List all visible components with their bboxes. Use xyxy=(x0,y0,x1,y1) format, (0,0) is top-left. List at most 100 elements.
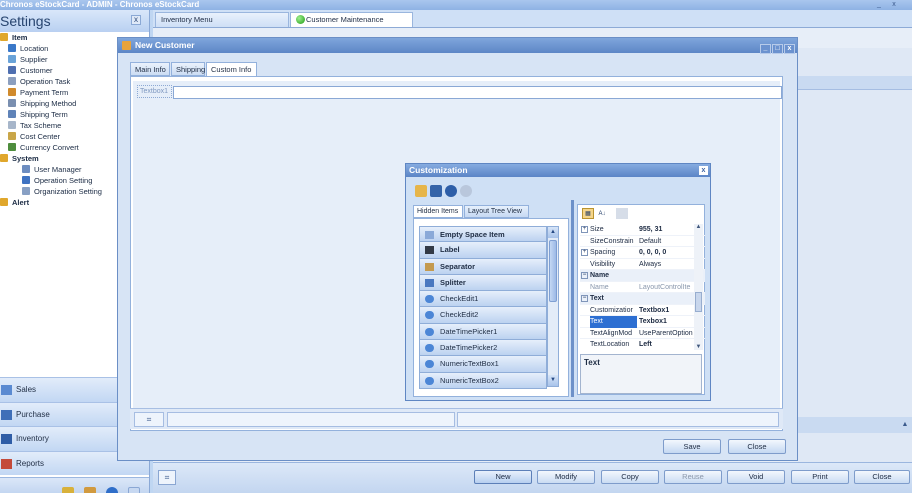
report-icon[interactable] xyxy=(84,487,96,493)
property-pages-icon[interactable] xyxy=(616,208,628,219)
textbox1-input[interactable] xyxy=(173,86,782,99)
expand-icon[interactable]: + xyxy=(581,249,588,256)
hidden-item-label: Separator xyxy=(440,261,476,271)
save-button[interactable]: Save xyxy=(663,439,721,454)
hidden-items-scrollbar[interactable]: ▲ ▼ xyxy=(547,226,559,387)
property-value[interactable]: Default xyxy=(639,236,699,248)
scroll-up-arrow-icon[interactable]: ▲ xyxy=(899,418,911,432)
panel-splitter[interactable] xyxy=(571,200,574,397)
property-value[interactable]: Textbox1 xyxy=(639,305,699,317)
property-value[interactable]: Left xyxy=(639,339,699,350)
hidden-item[interactable]: Empty Space Item xyxy=(419,226,547,243)
scroll-up-icon[interactable]: ▲ xyxy=(548,227,558,238)
close-button[interactable]: Close xyxy=(728,439,786,454)
tab-inventory-menu[interactable]: Inventory Menu xyxy=(155,12,289,27)
tab-customer-maintenance[interactable]: Customer Maintenance xyxy=(290,12,413,27)
hidden-item[interactable]: CheckEdit1 xyxy=(419,291,547,308)
hidden-item[interactable]: Separator xyxy=(419,258,547,275)
settings-header: Settings x xyxy=(0,10,149,32)
property-grid: + Size 955, 31 SizeConstrain Default + Spacing… xyxy=(580,224,705,350)
property-row[interactable]: Text Texbox1 xyxy=(580,316,705,328)
void-button[interactable]: Void xyxy=(727,470,785,484)
tab-layout-tree-view[interactable]: Layout Tree View xyxy=(464,205,529,218)
property-category[interactable]: − Name xyxy=(580,270,705,282)
tab-shipping-label: Shipping xyxy=(176,65,206,74)
expand-icon[interactable]: − xyxy=(581,295,588,302)
categorized-icon[interactable]: ▦ xyxy=(582,208,594,219)
property-row[interactable]: SizeConstrain Default xyxy=(580,236,705,248)
dialog-title-bar[interactable]: New Customer _ □ x xyxy=(118,38,797,54)
property-grid-panel: ▦ A↓ + Size 955, 31 SizeConstrain Default + Sp… xyxy=(577,204,705,395)
close-button[interactable]: Close xyxy=(854,470,910,484)
new-button[interactable]: New xyxy=(474,470,532,484)
property-row[interactable]: Name LayoutControlIte xyxy=(580,282,705,294)
hidden-item[interactable]: CheckEdit2 xyxy=(419,307,547,324)
dialog-maximize-button[interactable]: □ xyxy=(772,44,783,54)
expand-icon[interactable]: + xyxy=(581,226,588,233)
property-value[interactable]: Always xyxy=(639,259,699,271)
property-row[interactable]: Visibility Always xyxy=(580,259,705,271)
tab-hidden-items[interactable]: Hidden Items xyxy=(413,205,463,218)
expand-icon[interactable]: − xyxy=(581,272,588,279)
dialog-close-button[interactable]: x xyxy=(784,44,795,54)
property-row[interactable]: Customizatior Textbox1 xyxy=(580,305,705,317)
redo-icon[interactable] xyxy=(460,185,472,197)
tab-custom-info[interactable]: Custom Info xyxy=(206,62,257,77)
dialog-minimize-button[interactable]: _ xyxy=(760,44,771,54)
customization-close-button[interactable]: x xyxy=(699,166,708,175)
hidden-item[interactable]: NumericTextBox2 xyxy=(419,372,547,389)
folder-icon[interactable] xyxy=(62,487,74,493)
property-value[interactable]: Texbox1 xyxy=(639,316,699,328)
minimize-button[interactable]: _ xyxy=(874,0,884,9)
sort-alphabetical-icon[interactable]: A↓ xyxy=(596,208,608,219)
property-value[interactable]: 955, 31 xyxy=(639,224,699,236)
hidden-item[interactable]: Label xyxy=(419,242,547,259)
grid-scroll-up-icon[interactable]: ▲ xyxy=(694,224,703,230)
layout-customize-icon[interactable]: ⌗ xyxy=(134,412,164,427)
layout-icon[interactable]: ⌗ xyxy=(158,470,176,485)
print-button[interactable]: Print xyxy=(791,470,849,484)
undo-icon[interactable] xyxy=(445,185,457,197)
property-grid-scrollbar[interactable]: ▲ ▼ xyxy=(694,224,703,350)
node-icon xyxy=(8,132,16,140)
copy-button[interactable]: Copy xyxy=(601,470,659,484)
chevron-down-icon[interactable] xyxy=(128,487,140,493)
dialog-icon xyxy=(122,41,131,50)
dialog-title: New Customer xyxy=(135,40,195,50)
open-folder-icon[interactable] xyxy=(415,185,427,197)
tab-hidden-items-label: Hidden Items xyxy=(417,208,459,215)
tree-item-label: Alert xyxy=(12,198,30,207)
grid-scroll-thumb[interactable] xyxy=(695,292,702,312)
property-category[interactable]: − Text xyxy=(580,293,705,305)
tab-shipping[interactable]: Shipping xyxy=(171,62,205,76)
window-close-button[interactable]: x xyxy=(889,0,899,9)
tree-item-label: Shipping Term xyxy=(20,110,68,119)
hidden-item-label: Label xyxy=(440,245,460,255)
hidden-item[interactable]: NumericTextBox1 xyxy=(419,356,547,373)
scroll-thumb[interactable] xyxy=(549,240,557,302)
save-icon[interactable] xyxy=(430,185,442,197)
property-row[interactable]: TextLocation Left xyxy=(580,339,705,350)
property-row[interactable]: TextAlignMod UseParentOption xyxy=(580,328,705,340)
textbox1-label: Textbox1 xyxy=(137,85,172,98)
tree-item-label: Shipping Method xyxy=(20,99,77,108)
property-value[interactable]: 0, 0, 0, 0 xyxy=(639,247,699,259)
grid-scroll-down-icon[interactable]: ▼ xyxy=(694,344,703,350)
hidden-item[interactable]: Splitter xyxy=(419,274,547,292)
tab-main-info[interactable]: Main Info xyxy=(130,62,170,76)
scroll-down-icon[interactable]: ▼ xyxy=(548,375,558,386)
customization-title-bar[interactable]: Customization x xyxy=(406,164,710,177)
background-scrollbar[interactable] xyxy=(798,417,912,433)
nav-label: Reports xyxy=(16,458,45,468)
globe-icon[interactable] xyxy=(106,487,118,493)
settings-close-button[interactable]: x xyxy=(131,15,141,25)
modify-button[interactable]: Modify xyxy=(537,470,595,484)
hidden-item-label: CheckEdit1 xyxy=(440,294,479,304)
property-value[interactable]: UseParentOption xyxy=(639,328,699,340)
node-icon xyxy=(8,99,16,107)
hidden-item[interactable]: DateTimePicker2 xyxy=(419,340,547,357)
hidden-item[interactable]: DateTimePicker1 xyxy=(419,323,547,341)
property-row[interactable]: + Size 955, 31 xyxy=(580,224,705,236)
property-value[interactable]: LayoutControlIte xyxy=(639,282,699,294)
property-row[interactable]: + Spacing 0, 0, 0, 0 xyxy=(580,247,705,259)
